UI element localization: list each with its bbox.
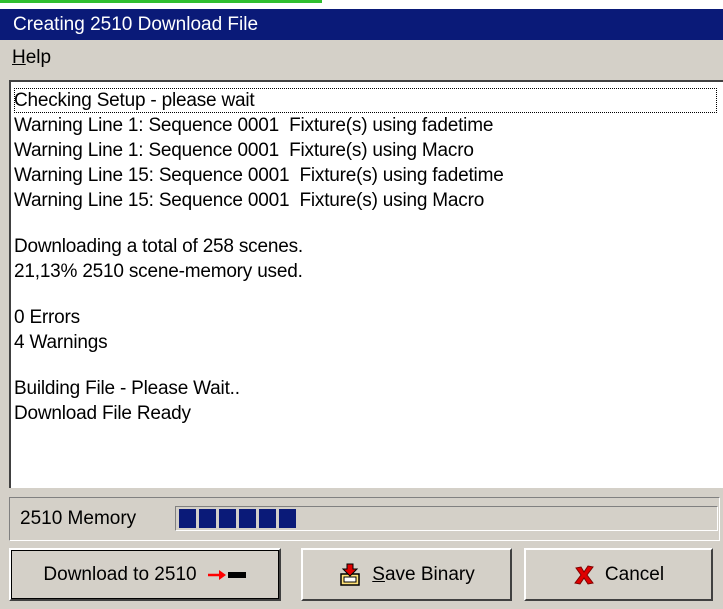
log-line[interactable]: Warning Line 15: Sequence 0001 Fixture(s… — [14, 163, 723, 188]
save-binary-icon — [338, 563, 362, 587]
menu-help-rest: elp — [25, 47, 52, 68]
memory-label: 2510 Memory — [20, 508, 137, 529]
memory-progress-bar — [175, 506, 718, 531]
menu-help[interactable]: Help — [12, 40, 51, 76]
memory-progress-block — [279, 509, 296, 528]
log-line[interactable]: 4 Warnings — [14, 330, 723, 355]
log-line[interactable]: Warning Line 1: Sequence 0001 Fixture(s)… — [14, 113, 723, 138]
log-line[interactable]: Warning Line 15: Sequence 0001 Fixture(s… — [14, 188, 723, 213]
memory-progress-block — [259, 509, 276, 528]
memory-progress-block — [199, 509, 216, 528]
memory-progress-block — [179, 509, 196, 528]
cancel-label: Cancel — [604, 563, 665, 585]
save-accel: S — [372, 563, 385, 585]
download-button-label: Download to 2510 — [43, 563, 197, 585]
log-line[interactable]: Building File - Please Wait.. — [14, 376, 723, 401]
log-line-blank[interactable] — [14, 284, 723, 305]
menu-help-accel: H — [12, 47, 26, 68]
memory-progress-block — [239, 509, 256, 528]
cancel-button[interactable]: Cancel — [524, 548, 713, 601]
log-line[interactable]: 0 Errors — [14, 305, 723, 330]
log-list[interactable]: Checking Setup - please wait Warning Lin… — [9, 80, 723, 488]
download-to-2510-button[interactable]: Download to 2510 — [9, 548, 281, 601]
window-title: Creating 2510 Download File — [13, 14, 259, 35]
log-line-blank[interactable] — [14, 213, 723, 234]
memory-progress-block — [219, 509, 236, 528]
log-line[interactable]: Download File Ready — [14, 401, 723, 426]
arrow-to-device-icon — [207, 568, 247, 582]
save-rest: ave Binary — [384, 563, 475, 585]
menu-bar: Help — [0, 40, 723, 76]
log-line[interactable]: Checking Setup - please wait — [14, 88, 717, 113]
log-line-blank[interactable] — [14, 355, 723, 376]
log-line[interactable]: Downloading a total of 258 scenes. — [14, 234, 723, 259]
red-x-icon — [573, 564, 595, 586]
title-bar: Creating 2510 Download File — [0, 9, 723, 40]
log-line[interactable]: Warning Line 1: Sequence 0001 Fixture(s)… — [14, 138, 723, 163]
log-line[interactable]: 21,13% 2510 scene-memory used. — [14, 259, 723, 284]
save-binary-button[interactable]: Save Binary — [301, 548, 512, 601]
memory-status-bar: 2510 Memory — [9, 497, 720, 541]
top-accent — [0, 0, 322, 3]
save-binary-label: Save Binary — [372, 564, 474, 586]
top-strip — [0, 0, 723, 9]
